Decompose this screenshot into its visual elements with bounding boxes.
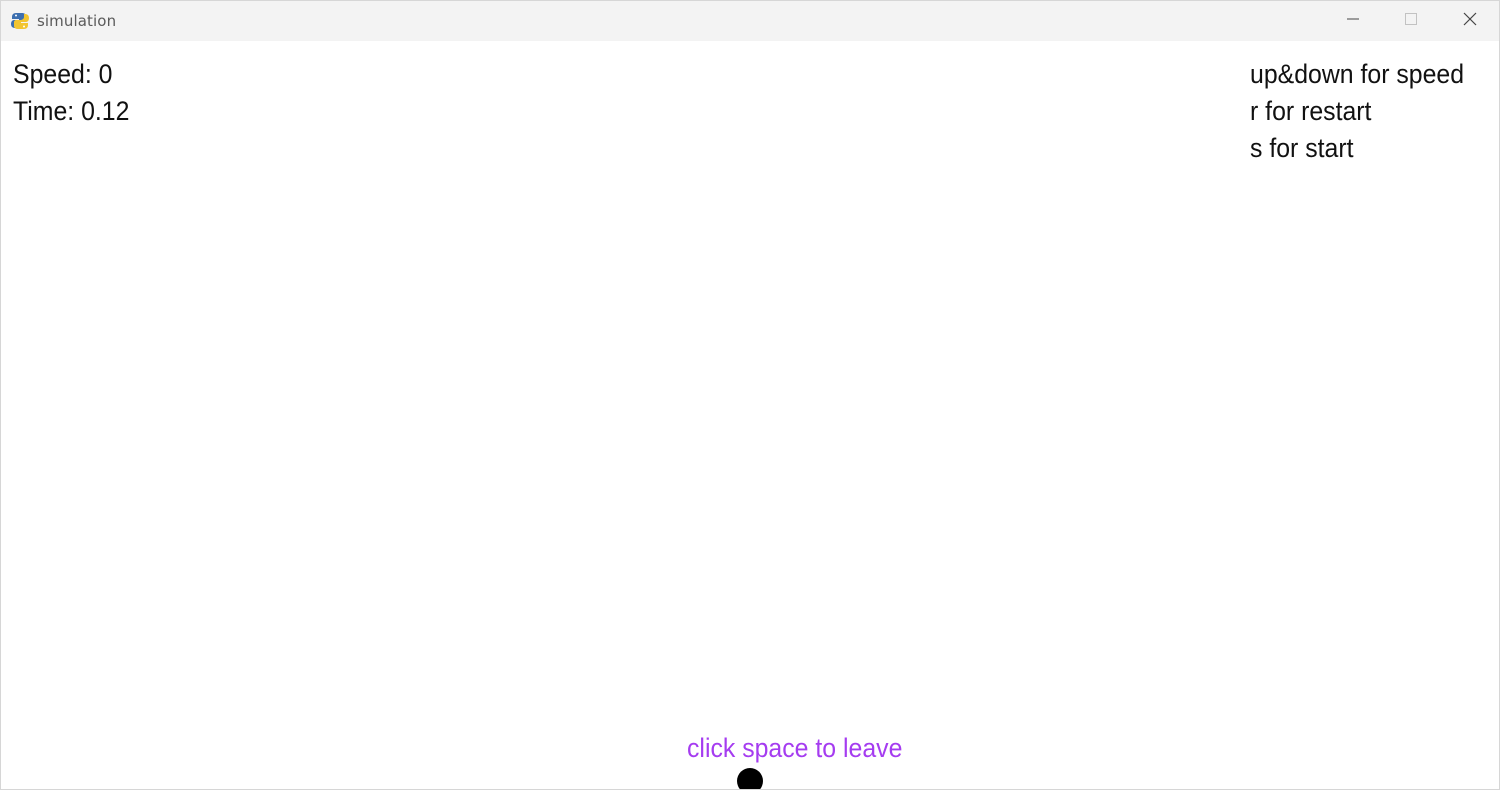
title-bar[interactable]: simulation [1,1,1499,41]
app-window: simulation Speed: 0 Time: 0.12 up&down f… [0,0,1500,790]
help-start: s for start [1250,133,1354,163]
status-readout: Speed: 0 Time: 0.12 [13,56,129,130]
controls-help: up&down for speed r for restart s for st… [1250,56,1464,167]
close-icon [1463,12,1477,31]
leave-message: click space to leave [687,733,903,763]
speed-label: Speed: 0 [13,59,113,89]
minimize-button[interactable] [1324,1,1382,41]
help-restart: r for restart [1250,96,1372,126]
maximize-icon [1405,12,1417,30]
window-title: simulation [37,12,117,30]
maximize-button[interactable] [1382,1,1440,41]
close-button[interactable] [1441,1,1499,41]
pygame-snake-icon [10,11,30,31]
minimize-icon [1347,12,1359,30]
help-speed: up&down for speed [1250,59,1465,89]
simulation-canvas[interactable]: Speed: 0 Time: 0.12 up&down for speed r … [1,41,1499,789]
ball [737,768,763,789]
time-label: Time: 0.12 [13,96,130,126]
